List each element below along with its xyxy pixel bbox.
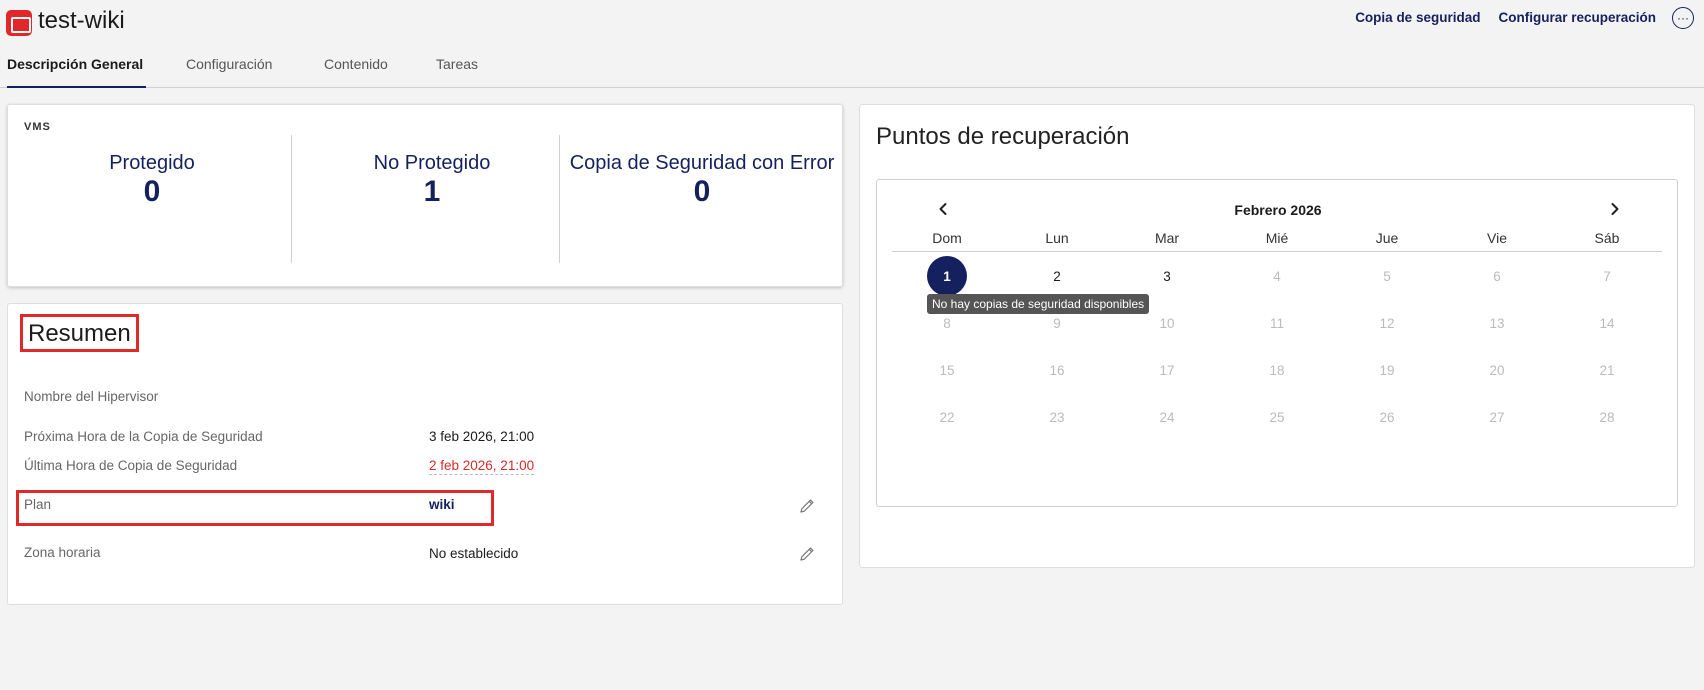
plan-label: Plan <box>24 497 52 512</box>
plan-highlight <box>16 490 494 526</box>
calendar-day-24: 24 <box>1159 409 1175 425</box>
calendar-day-28: 28 <box>1599 409 1615 425</box>
configure-recovery-link[interactable]: Configurar recuperación <box>1498 10 1656 25</box>
plan-link[interactable]: wiki <box>429 497 455 512</box>
edit-timezone-pencil-icon[interactable] <box>798 545 816 563</box>
calendar-day-10: 10 <box>1159 315 1175 331</box>
hypervisor-name-label: Nombre del Hipervisor <box>24 389 159 404</box>
more-options-button[interactable]: ··· <box>1672 7 1694 29</box>
summary-card: Resumen Nombre del Hipervisor Próxima Ho… <box>7 303 843 605</box>
backup-tooltip: No hay copias de seguridad disponibles <box>927 294 1150 314</box>
timezone-value: No establecido <box>429 546 519 561</box>
tab-configuration[interactable]: Configuración <box>186 56 272 72</box>
calendar-day-25: 25 <box>1269 409 1285 425</box>
calendar-day-23: 23 <box>1049 409 1065 425</box>
calendar-day-14: 14 <box>1599 315 1615 331</box>
calendar-day-13: 13 <box>1489 315 1505 331</box>
stat-protected[interactable]: Protegido 0 <box>18 151 286 209</box>
calendar: Febrero 2026 Dom Lun Mar Mié Jue Vie Sáb 12345… <box>876 179 1678 507</box>
calendar-day-3[interactable]: 3 <box>1147 256 1187 296</box>
app-title: test-wiki <box>38 7 125 34</box>
weekday-label: Vie <box>1487 230 1507 246</box>
calendar-day-21: 21 <box>1599 362 1615 378</box>
calendar-day-4: 4 <box>1273 268 1281 284</box>
stat-value: 0 <box>143 175 161 208</box>
edit-plan-pencil-icon[interactable] <box>798 497 816 515</box>
calendar-month: Febrero 2026 <box>1234 202 1322 218</box>
recovery-points-card: Puntos de recuperación Febrero 2026 Dom L… <box>859 104 1695 568</box>
calendar-day-15: 15 <box>939 362 955 378</box>
chevron-right-icon[interactable] <box>1605 198 1625 220</box>
calendar-day-20: 20 <box>1489 362 1505 378</box>
divider <box>291 135 292 263</box>
stat-unprotected[interactable]: No Protegido 1 <box>298 151 566 209</box>
summary-title: Resumen <box>20 314 139 352</box>
vms-card: VMS Protegido 0 No Protegido 1 Copia de … <box>7 104 843 287</box>
weekday-label: Dom <box>932 230 962 246</box>
backup-link[interactable]: Copia de seguridad <box>1355 10 1480 25</box>
calendar-day-26: 26 <box>1379 409 1395 425</box>
tab-content[interactable]: Contenido <box>324 56 388 72</box>
calendar-day-1[interactable]: 1 <box>927 256 967 296</box>
calendar-day-17: 17 <box>1159 362 1175 378</box>
vms-label: VMS <box>24 121 51 133</box>
stat-title: Copia de Seguridad con Error <box>569 152 835 174</box>
weekday-label: Mié <box>1265 230 1289 246</box>
recovery-points-title: Puntos de recuperación <box>876 123 1130 150</box>
top-bar: test-wiki Copia de seguridad Configurar … <box>0 0 1704 44</box>
weekday-label: Mar <box>1154 230 1180 246</box>
weekday-label: Sáb <box>1594 230 1620 246</box>
timezone-label: Zona horaria <box>24 545 101 560</box>
next-backup-label: Próxima Hora de la Copia de Seguridad <box>24 429 263 444</box>
last-backup-value[interactable]: 2 feb 2026, 21:00 <box>429 458 535 475</box>
weekday-header: Dom Lun Mar Mié Jue Vie Sáb <box>892 224 1662 252</box>
calendar-day-18: 18 <box>1269 362 1285 378</box>
calendar-day-11: 11 <box>1269 315 1284 331</box>
stat-title: No Protegido <box>373 152 491 174</box>
weekday-label: Lun <box>1045 230 1069 246</box>
top-actions: Copia de seguridad Configurar recuperaci… <box>1355 10 1656 25</box>
tab-bar: Descripción General Configuración Conten… <box>0 44 1704 88</box>
last-backup-label: Última Hora de Copia de Seguridad <box>24 458 238 473</box>
calendar-day-5: 5 <box>1383 268 1391 284</box>
stat-value: 1 <box>423 175 441 208</box>
calendar-day-22: 22 <box>939 409 955 425</box>
stat-backup-error[interactable]: Copia de Seguridad con Error 0 <box>566 151 838 209</box>
active-tab-indicator <box>7 86 146 88</box>
calendar-day-19: 19 <box>1379 362 1395 378</box>
calendar-day-6: 6 <box>1493 268 1501 284</box>
stat-value: 0 <box>693 175 711 208</box>
more-horizontal-icon: ··· <box>1677 11 1689 25</box>
tab-overview[interactable]: Descripción General <box>7 56 143 72</box>
stat-title: Protegido <box>109 152 195 174</box>
calendar-day-16: 16 <box>1049 362 1065 378</box>
weekday-label: Jue <box>1375 230 1399 246</box>
divider <box>559 135 560 263</box>
tab-tasks[interactable]: Tareas <box>436 56 478 72</box>
next-backup-value: 3 feb 2026, 21:00 <box>429 429 535 444</box>
app-logo-icon <box>6 10 32 36</box>
calendar-day-12: 12 <box>1379 315 1395 331</box>
calendar-day-7: 7 <box>1603 268 1611 284</box>
calendar-day-27: 27 <box>1489 409 1505 425</box>
calendar-day-2[interactable]: 2 <box>1037 256 1077 296</box>
